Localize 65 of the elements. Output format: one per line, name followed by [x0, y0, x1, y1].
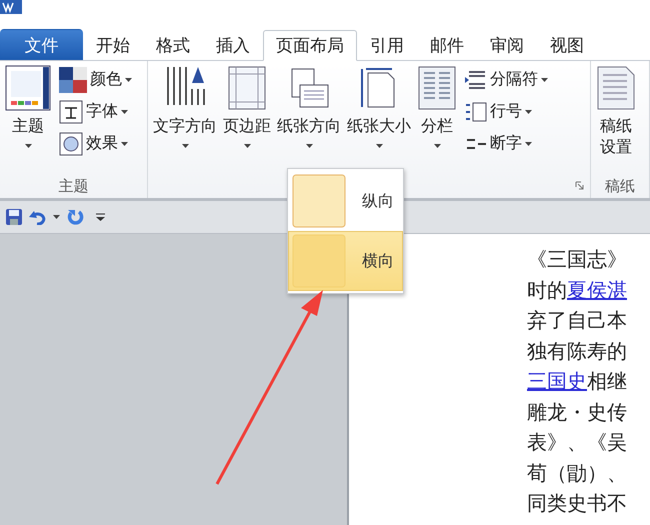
caret-icon [376, 144, 382, 148]
redo-icon[interactable] [66, 208, 84, 226]
ribbon-small-button[interactable]: 断字 [465, 129, 548, 158]
customize-toolbar-icon[interactable] [96, 213, 105, 221]
ribbon-small-button[interactable]: 颜色 [59, 65, 132, 94]
save-icon[interactable] [5, 208, 23, 226]
ribbon-tab[interactable]: 视图 [537, 29, 597, 60]
columns-icon [417, 65, 457, 111]
ribbon-button[interactable]: 主题 [3, 65, 53, 174]
caret-icon [53, 215, 60, 219]
ribbon-tab[interactable]: 审阅 [477, 29, 537, 60]
text-link[interactable]: 夏侯湛 [567, 278, 627, 302]
caret-icon [125, 78, 132, 82]
page-icon [292, 174, 346, 228]
caret-icon [306, 144, 312, 148]
margins-icon [227, 65, 267, 111]
caret-icon [182, 144, 188, 148]
ribbon-button[interactable]: 文字方向 [151, 65, 219, 174]
ribbon-button[interactable]: 纸张大小 [345, 65, 413, 174]
caret-icon [244, 144, 250, 148]
document-text: 同类史书不 [527, 490, 628, 517]
font-box-icon [59, 100, 83, 124]
document-text: 三国史相继 [527, 368, 628, 395]
document-text: 《三国志》 [527, 246, 628, 273]
ribbon-button[interactable]: 稿纸设置 [594, 65, 638, 174]
caret-icon [121, 110, 128, 114]
file-tab[interactable]: 文件 [0, 29, 83, 60]
ribbon-small-button[interactable]: 分隔符 [465, 65, 548, 94]
menu-item[interactable]: 横向 [288, 231, 403, 291]
caret-icon [541, 78, 548, 82]
undo-icon[interactable] [29, 209, 47, 225]
document-text: 表》、《吴 [527, 429, 628, 456]
color-swatch-icon [59, 66, 87, 92]
ribbon-tab[interactable]: 格式 [143, 29, 203, 60]
caret-icon [121, 142, 128, 146]
ribbon-button[interactable]: 页边距 [221, 65, 273, 174]
document-text: 弃了自己本 [527, 307, 628, 334]
dialog-launcher-icon[interactable] [575, 181, 584, 190]
document-text: 独有陈寿的 [527, 338, 628, 364]
group-label: 主题 [58, 176, 88, 196]
ribbon-small-button[interactable]: 效果 [59, 129, 132, 158]
breaks-icon [465, 70, 487, 90]
ribbon-tab[interactable]: 开始 [83, 29, 143, 60]
ribbon-tab[interactable]: 页面布局 [263, 30, 357, 61]
ribbon-small-button[interactable]: 行号 [465, 97, 548, 126]
ribbon-tab[interactable]: 邮件 [417, 29, 477, 60]
document-text: 荀（勖）、 [527, 460, 628, 486]
text-link[interactable]: 三国史 [527, 369, 587, 393]
page-icon [292, 234, 346, 288]
ribbon-button[interactable]: 纸张方向 [275, 65, 343, 174]
ribbon-small-button[interactable]: 字体 [59, 97, 132, 126]
theme-document-icon [5, 65, 51, 111]
line-numbers-icon [465, 102, 487, 122]
document-text: 时的夏侯湛 [527, 276, 628, 304]
document-text: 雕龙・史传 [527, 398, 628, 426]
caret-icon [24, 144, 32, 148]
ribbon-tab[interactable]: 引用 [357, 29, 417, 60]
grid-page-icon [596, 65, 636, 111]
menu-item[interactable]: 纵向 [288, 171, 403, 231]
caret-icon [525, 110, 532, 114]
group-label: 稿纸 [605, 176, 635, 196]
ribbon-tab[interactable]: 插入 [203, 29, 263, 60]
caret-icon [525, 142, 532, 146]
ribbon-button[interactable]: 分栏 [415, 65, 459, 174]
caret-icon [434, 144, 440, 148]
